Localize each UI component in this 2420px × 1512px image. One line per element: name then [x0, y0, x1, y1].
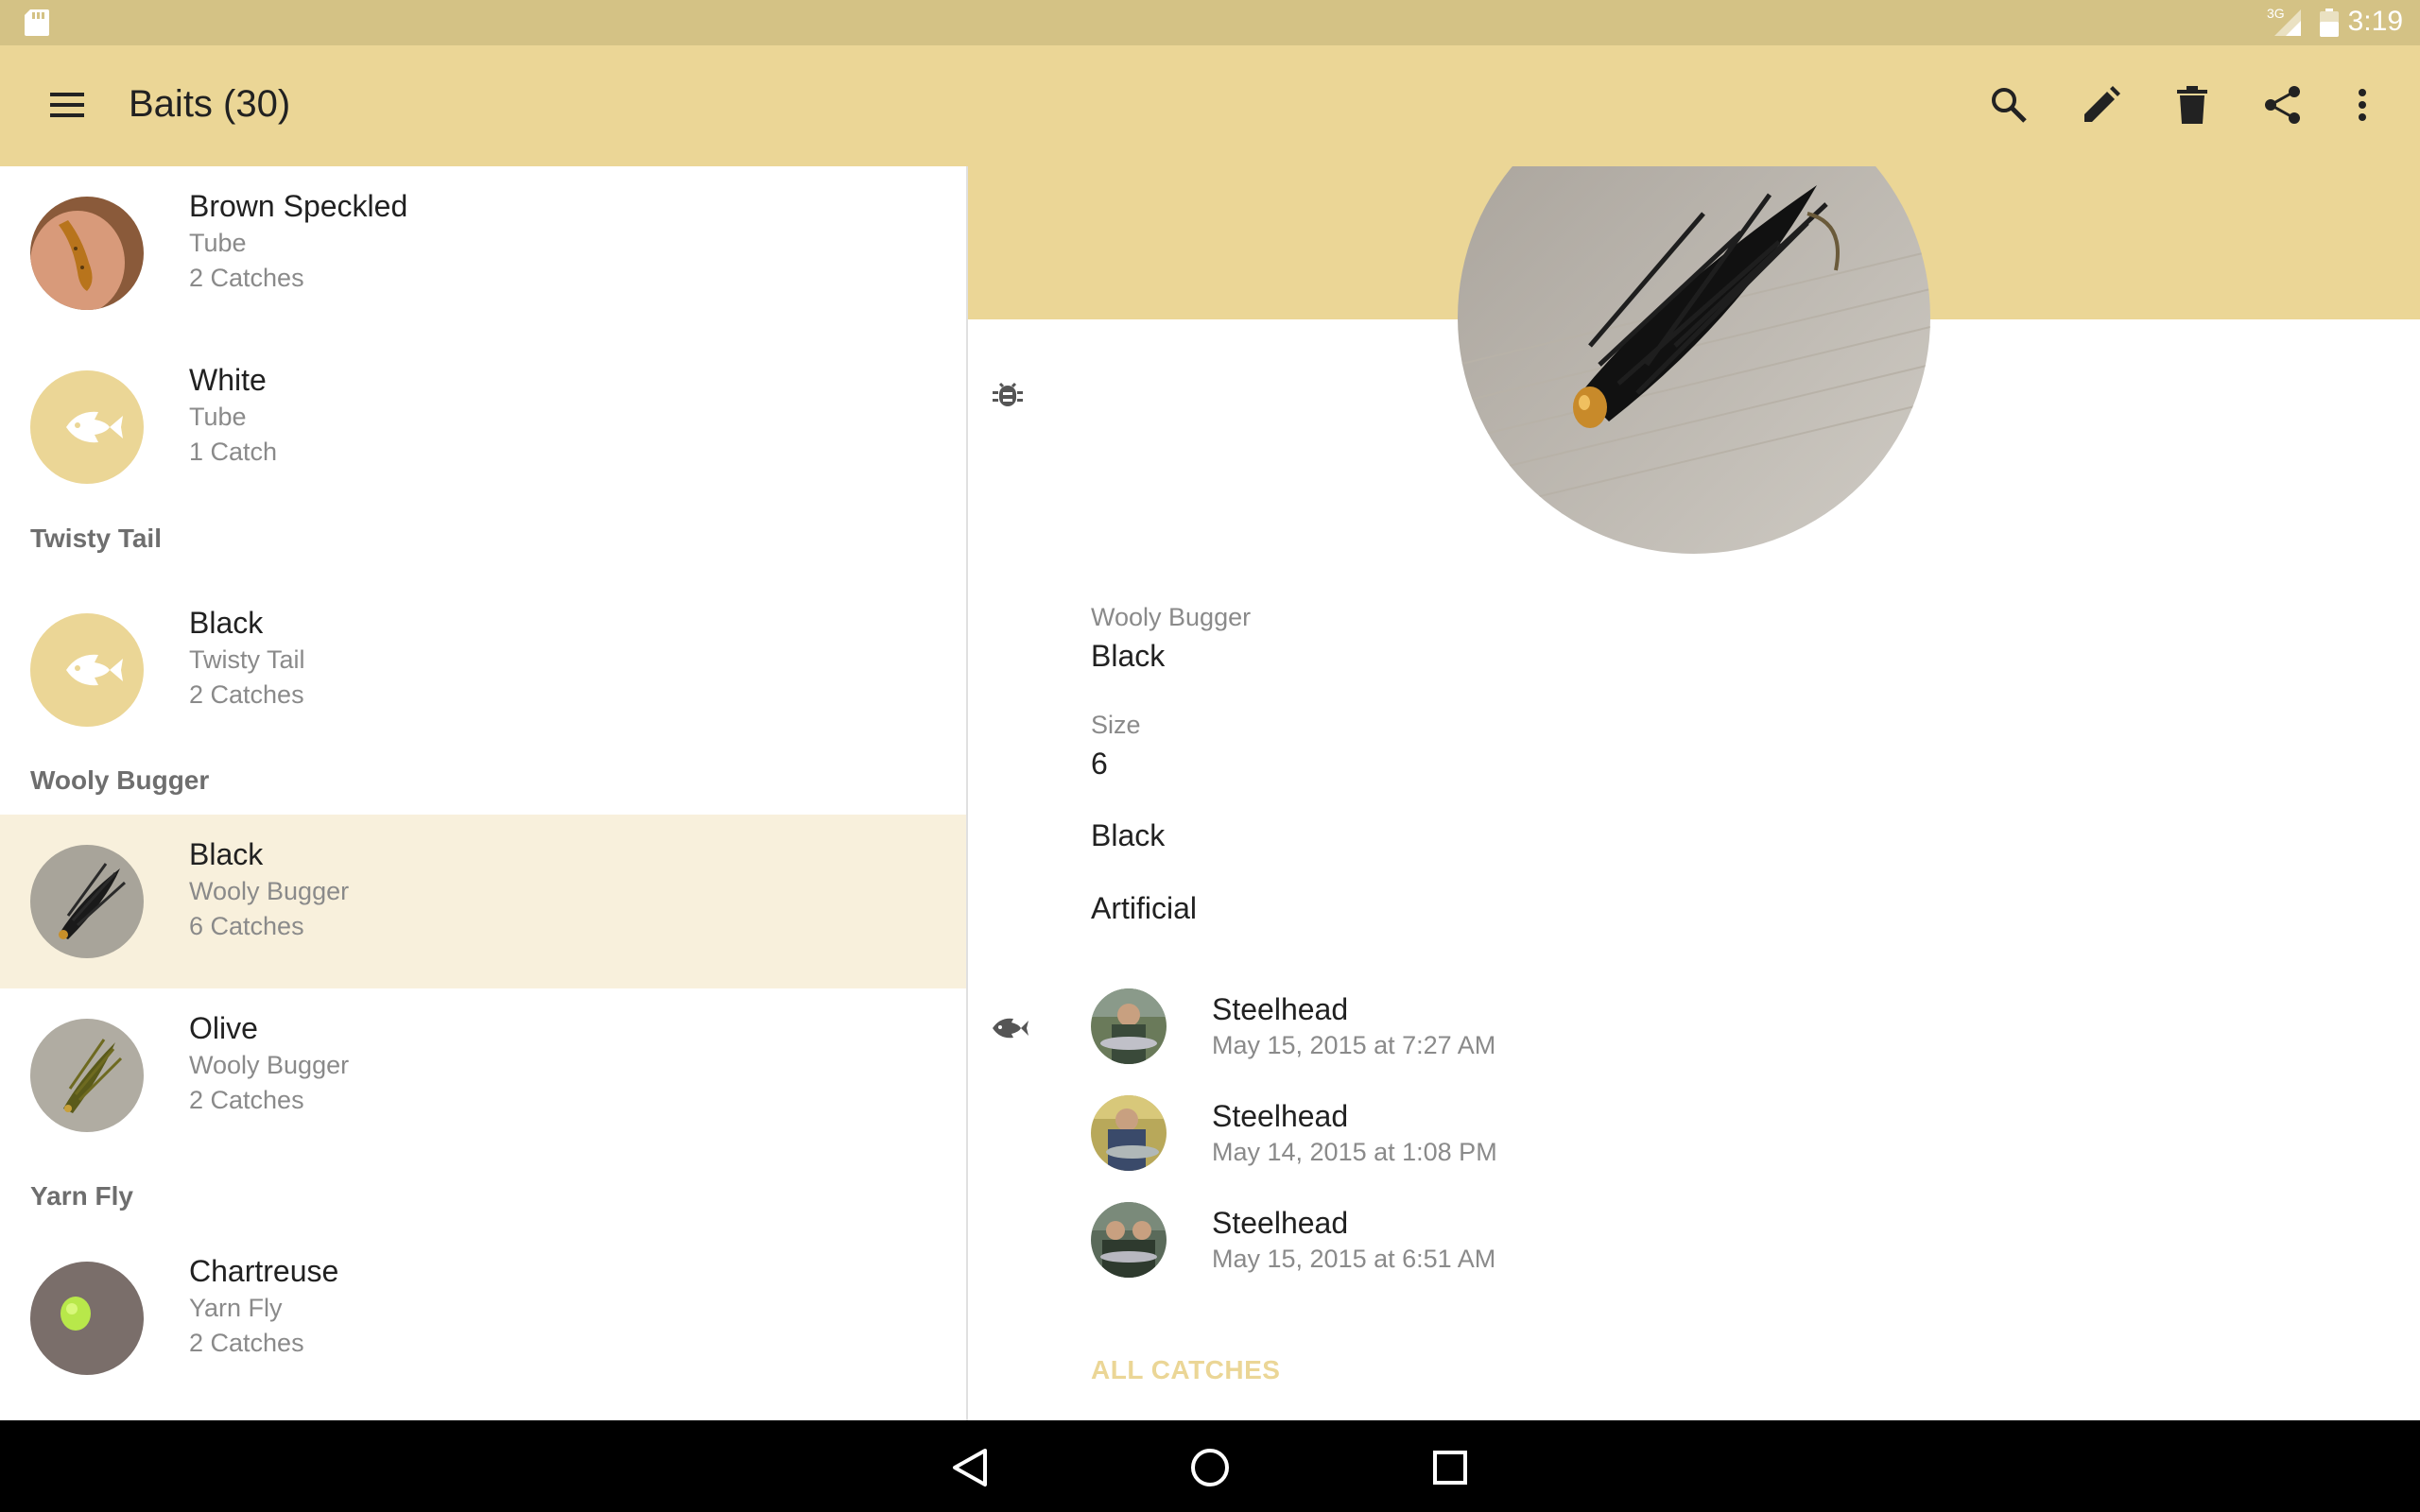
- back-button[interactable]: [943, 1441, 996, 1494]
- app-toolbar: Baits (30): [0, 45, 2420, 166]
- catch-count: 2 Catches: [189, 1329, 304, 1357]
- list-item[interactable]: White Tube 1 Catch: [0, 340, 966, 514]
- size-label: Size: [1091, 711, 1141, 739]
- size-value: 6: [1091, 747, 1108, 781]
- section-header: Wooly Bugger: [30, 765, 210, 795]
- list-item-selected[interactable]: Black Wooly Bugger 6 Catches: [0, 815, 966, 988]
- catch-species: Steelhead: [1212, 1206, 1349, 1240]
- catch-photo: [1091, 1202, 1167, 1278]
- bait-kind: Artificial: [1091, 891, 1198, 925]
- home-button[interactable]: [1184, 1441, 1236, 1494]
- overflow-menu-button[interactable]: [2331, 74, 2394, 136]
- bait-name: Black: [1091, 639, 1166, 673]
- search-button[interactable]: [1978, 74, 2040, 136]
- search-icon: [1992, 88, 2027, 123]
- fish-icon: [66, 654, 123, 686]
- list-item[interactable]: Black Twisty Tail 2 Catches: [0, 583, 966, 757]
- catch-date: May 15, 2015 at 6:51 AM: [1212, 1245, 1496, 1273]
- bait-photo: [30, 197, 144, 310]
- more-vert-icon: [2359, 89, 2366, 121]
- bait-name: Chartreuse: [189, 1254, 339, 1288]
- bait-type: Wooly Bugger: [189, 1051, 350, 1079]
- list-item[interactable]: Brown Speckled Tube 2 Catches: [0, 166, 966, 340]
- bait-type: Yarn Fly: [189, 1294, 283, 1322]
- catch-date: May 15, 2015 at 7:27 AM: [1212, 1031, 1496, 1059]
- system-nav-bar: [0, 1420, 2420, 1512]
- recents-button[interactable]: [1424, 1441, 1477, 1494]
- edit-button[interactable]: [2070, 74, 2133, 136]
- list-item[interactable]: Olive Wooly Bugger 2 Catches: [0, 988, 966, 1162]
- sd-card-icon: [25, 9, 49, 36]
- recents-square-icon: [1433, 1451, 1467, 1485]
- fish-icon: [993, 1018, 1028, 1039]
- bait-type: Wooly Bugger: [189, 877, 350, 905]
- trash-icon: [2177, 86, 2207, 124]
- all-catches-button[interactable]: ALL CATCHES: [1091, 1355, 1280, 1385]
- share-icon: [2265, 86, 2300, 124]
- bait-placeholder: [30, 613, 144, 727]
- list-item[interactable]: Chartreuse Yarn Fly 2 Catches: [0, 1231, 966, 1405]
- catch-species: Steelhead: [1212, 992, 1349, 1026]
- bug-icon: [993, 382, 1023, 406]
- section-header: Yarn Fly: [30, 1181, 133, 1211]
- bait-name: Black: [189, 837, 264, 871]
- share-button[interactable]: [2252, 74, 2314, 136]
- catch-date: May 14, 2015 at 1:08 PM: [1212, 1138, 1497, 1166]
- catch-count: 2 Catches: [189, 264, 304, 292]
- page-title: Baits (30): [129, 83, 291, 125]
- catch-species: Steelhead: [1212, 1099, 1349, 1133]
- status-bar: 3G 3:19: [0, 0, 2420, 45]
- bait-type: Tube: [189, 229, 247, 257]
- back-triangle-icon: [953, 1449, 987, 1486]
- bait-name: Olive: [189, 1011, 258, 1045]
- delete-button[interactable]: [2161, 74, 2223, 136]
- bait-placeholder: [30, 370, 144, 484]
- bait-name: White: [189, 363, 267, 397]
- catch-count: 2 Catches: [189, 680, 304, 709]
- bait-name: Brown Speckled: [189, 189, 408, 223]
- bait-list: Brown Speckled Tube 2 Catches White Tube…: [0, 166, 966, 1420]
- battery-icon: [2320, 9, 2339, 37]
- section-header: Twisty Tail: [30, 524, 162, 553]
- clock: 3:19: [2347, 6, 2403, 37]
- bait-type: Tube: [189, 403, 247, 431]
- catch-photo: [1091, 988, 1167, 1064]
- catch-count: 2 Catches: [189, 1086, 304, 1114]
- bait-photo: [30, 1019, 144, 1132]
- signal-icon: [2274, 9, 2301, 36]
- catch-count: 1 Catch: [189, 438, 278, 466]
- bait-type: Twisty Tail: [189, 645, 305, 674]
- hamburger-menu-icon: [50, 93, 84, 117]
- pencil-icon: [2084, 86, 2120, 122]
- bait-photo: [30, 1262, 144, 1375]
- bait-photo: [30, 845, 144, 958]
- catch-photo: [1091, 1095, 1167, 1171]
- bait-name: Black: [189, 606, 264, 640]
- menu-button[interactable]: [36, 74, 98, 136]
- bait-color: Black: [1091, 818, 1166, 852]
- catch-count: 6 Catches: [189, 912, 304, 940]
- home-circle-icon: [1191, 1449, 1229, 1486]
- fish-icon: [66, 411, 123, 443]
- bait-detail-pane: Wooly Bugger Black Size 6 Black Artifici…: [968, 166, 2420, 1420]
- bait-hero-photo: [1458, 166, 1930, 554]
- bait-category: Wooly Bugger: [1091, 603, 1252, 631]
